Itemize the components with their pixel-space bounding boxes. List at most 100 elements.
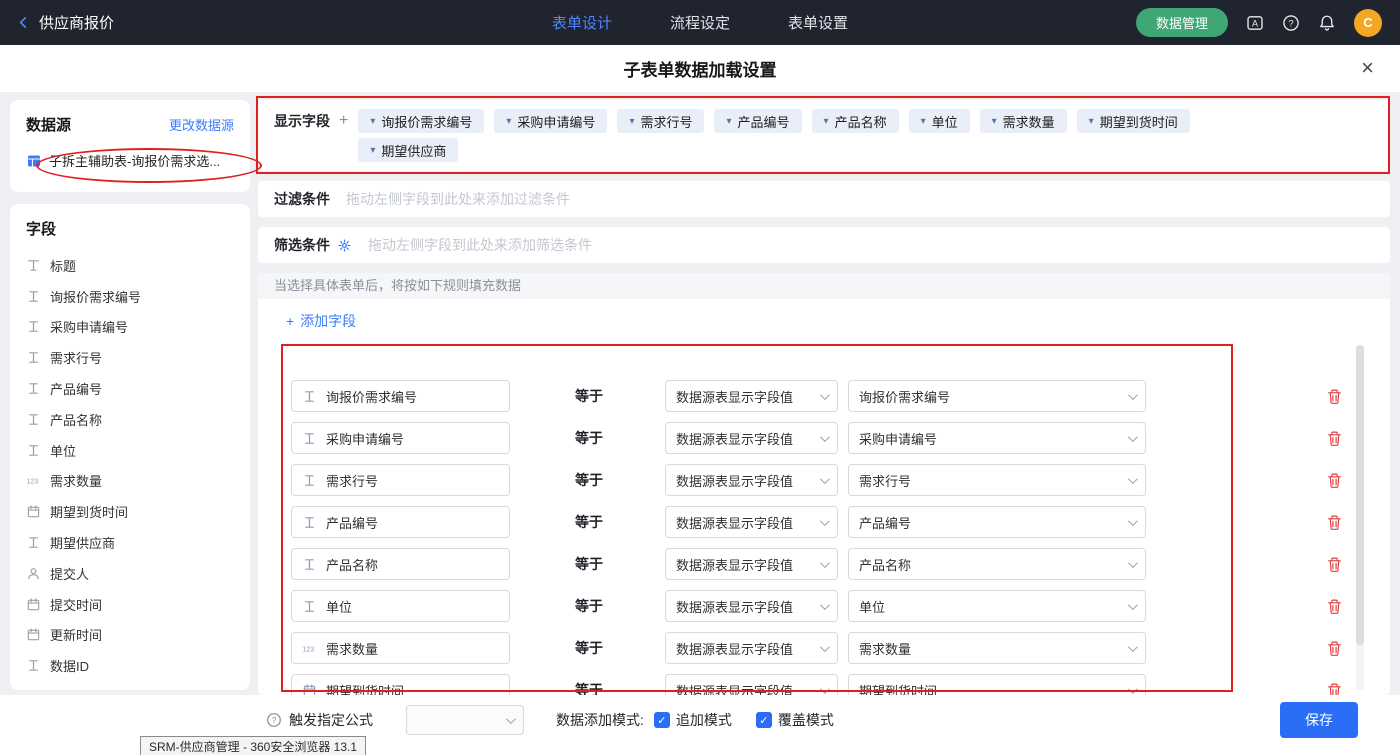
save-button[interactable]: 保存 [1280, 702, 1358, 738]
rule-field-box[interactable]: 需求行号 [291, 464, 510, 496]
display-fields-label: 显示字段 [274, 111, 330, 131]
rule-field-box[interactable]: 需求数量 [291, 632, 510, 664]
datasource-item[interactable]: 子拆主辅助表-询报价需求选... [26, 151, 234, 170]
formula-select[interactable] [406, 705, 524, 735]
source-field-select[interactable]: 期望到货时间 [848, 674, 1146, 695]
rules-scrollbar[interactable] [1356, 345, 1364, 691]
field-label: 需求数量 [50, 471, 102, 490]
display-field-chip[interactable]: ▾需求数量 [980, 109, 1067, 133]
source-field-select[interactable]: 询报价需求编号 [848, 380, 1146, 412]
chevron-down-icon [820, 474, 830, 484]
delete-rule-icon[interactable] [1326, 556, 1343, 573]
field-item[interactable]: 提交人 [26, 558, 234, 589]
source-type-select[interactable]: 数据源表显示字段值 [665, 422, 838, 454]
scrollbar-thumb[interactable] [1356, 345, 1364, 645]
field-item[interactable]: 数据ID [26, 650, 234, 681]
display-field-chip[interactable]: ▾单位 [909, 109, 970, 133]
source-type-select[interactable]: 数据源表显示字段值 [665, 590, 838, 622]
screen-condition-section[interactable]: 筛选条件 拖动左侧字段到此处来添加筛选条件 [258, 227, 1390, 263]
source-type-select[interactable]: 数据源表显示字段值 [665, 674, 838, 695]
source-field-select[interactable]: 采购申请编号 [848, 422, 1146, 454]
source-field-select[interactable]: 产品编号 [848, 506, 1146, 538]
back-button[interactable]: 供应商报价 [16, 12, 114, 33]
chevron-down-icon [820, 390, 830, 400]
field-item[interactable]: 期望供应商 [26, 527, 234, 558]
screen-label: 筛选条件 [274, 235, 330, 255]
source-field-select[interactable]: 需求行号 [848, 464, 1146, 496]
data-manage-button[interactable]: 数据管理 [1136, 8, 1228, 37]
translate-icon[interactable] [1246, 14, 1264, 32]
source-field-select[interactable]: 产品名称 [848, 548, 1146, 580]
delete-rule-icon[interactable] [1326, 598, 1343, 615]
chip-label: 需求数量 [1003, 112, 1055, 131]
rule-field-box[interactable]: 询报价需求编号 [291, 380, 510, 412]
tab-flow-settings[interactable]: 流程设定 [670, 12, 730, 33]
field-item[interactable]: 采购申请编号 [26, 312, 234, 343]
rule-field-box[interactable]: 采购申请编号 [291, 422, 510, 454]
chevron-down-icon: ▾ [1089, 116, 1094, 127]
bell-icon[interactable] [1318, 14, 1336, 32]
field-label: 采购申请编号 [50, 317, 128, 336]
field-item[interactable]: 询报价需求编号 [26, 281, 234, 312]
help-circle-icon[interactable] [266, 712, 282, 728]
display-field-chip[interactable]: ▾期望到货时间 [1077, 109, 1190, 133]
display-field-chip[interactable]: ▾产品编号 [714, 109, 801, 133]
operator-label: 等于 [575, 554, 605, 574]
rule-field-box[interactable]: 期望到货时间 [291, 674, 510, 695]
field-item[interactable]: 提交时间 [26, 589, 234, 620]
display-field-chip[interactable]: ▾产品名称 [812, 109, 899, 133]
chevron-down-icon: ▾ [506, 116, 511, 127]
field-item[interactable]: 需求数量 [26, 466, 234, 497]
delete-rule-icon[interactable] [1326, 514, 1343, 531]
display-field-chip[interactable]: ▾ 采购申请编号 [494, 109, 607, 133]
source-type-select[interactable]: 数据源表显示字段值 [665, 548, 838, 580]
display-field-chip[interactable]: ▾期望供应商 [358, 138, 458, 162]
chip-label: 询报价需求编号 [381, 112, 472, 131]
field-item[interactable]: 单位 [26, 435, 234, 466]
append-mode-checkbox[interactable]: ✓ 追加模式 [654, 710, 732, 730]
text-field-icon [302, 473, 317, 488]
delete-rule-icon[interactable] [1326, 388, 1343, 405]
select-value: 产品编号 [859, 513, 911, 532]
field-item[interactable]: 期望到货时间 [26, 496, 234, 527]
rule-field-box[interactable]: 单位 [291, 590, 510, 622]
help-icon[interactable] [1282, 14, 1300, 32]
rule-field-box[interactable]: 产品名称 [291, 548, 510, 580]
number-field-icon [302, 641, 317, 656]
field-label: 询报价需求编号 [50, 287, 141, 306]
datasource-name: 子拆主辅助表-询报价需求选... [49, 151, 220, 170]
display-field-chip[interactable]: ▾需求行号 [617, 109, 704, 133]
delete-rule-icon[interactable] [1326, 682, 1343, 696]
source-type-select[interactable]: 数据源表显示字段值 [665, 380, 838, 412]
filter-condition-section[interactable]: 过滤条件 拖动左侧字段到此处来添加过滤条件 [258, 181, 1390, 217]
field-item[interactable]: 需求行号 [26, 342, 234, 373]
chevron-down-icon: ▾ [726, 116, 731, 127]
field-item[interactable]: 产品名称 [26, 404, 234, 435]
delete-rule-icon[interactable] [1326, 430, 1343, 447]
field-item[interactable]: 产品编号 [26, 373, 234, 404]
source-field-select[interactable]: 需求数量 [848, 632, 1146, 664]
chip-label: 采购申请编号 [517, 112, 595, 131]
fields-panel: 字段 标题 询报价需求编号 采购申请编号 需求行号 产品编号 产品名称 单位 需… [10, 204, 250, 690]
field-item[interactable]: 标题 [26, 250, 234, 281]
close-icon[interactable]: × [1361, 57, 1374, 79]
add-display-field-button[interactable]: + [339, 113, 348, 129]
source-type-select[interactable]: 数据源表显示字段值 [665, 506, 838, 538]
gear-icon[interactable] [337, 238, 352, 253]
source-type-select[interactable]: 数据源表显示字段值 [665, 632, 838, 664]
change-datasource-link[interactable]: 更改数据源 [169, 115, 234, 134]
source-type-select[interactable]: 数据源表显示字段值 [665, 464, 838, 496]
avatar[interactable]: C [1354, 9, 1382, 37]
delete-rule-icon[interactable] [1326, 640, 1343, 657]
tab-form-settings[interactable]: 表单设置 [788, 12, 848, 33]
rule-field-box[interactable]: 产品编号 [291, 506, 510, 538]
overwrite-mode-checkbox[interactable]: ✓ 覆盖模式 [756, 710, 834, 730]
display-field-chip[interactable]: ▾询报价需求编号 [358, 109, 484, 133]
rule-row: 需求行号 等于 数据源表显示字段值 需求行号 [258, 459, 1390, 501]
tab-form-design[interactable]: 表单设计 [552, 12, 612, 33]
text-field-icon [26, 289, 41, 304]
field-item[interactable]: 更新时间 [26, 620, 234, 651]
add-field-button[interactable]: + 添加字段 [286, 311, 356, 331]
delete-rule-icon[interactable] [1326, 472, 1343, 489]
source-field-select[interactable]: 单位 [848, 590, 1146, 622]
